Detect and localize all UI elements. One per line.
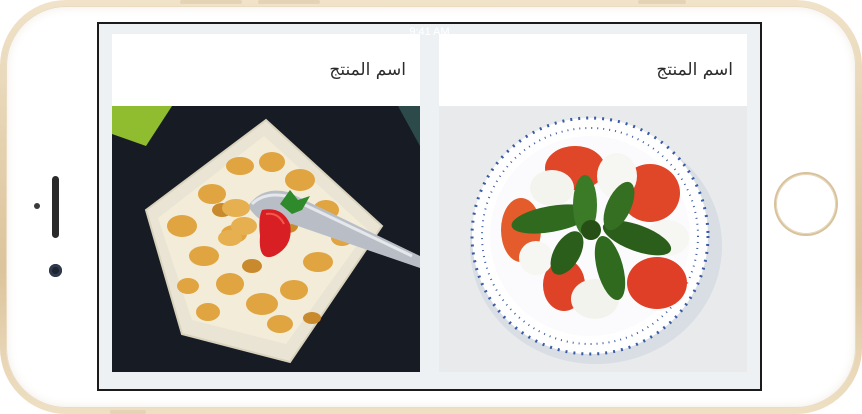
volume-button-up — [180, 0, 242, 4]
phone-screen: 9:41 AM اسم المنتج اسم المنتج — [97, 22, 762, 391]
volume-button-down — [258, 0, 320, 4]
mute-switch — [110, 410, 146, 414]
front-camera-icon — [49, 264, 62, 277]
product-image-cereal-bowl — [112, 106, 420, 372]
proximity-sensor — [34, 203, 40, 209]
earpiece-speaker — [52, 176, 59, 238]
product-card-header: اسم المنتج — [112, 34, 420, 106]
product-card[interactable]: اسم المنتج — [112, 34, 420, 372]
product-title: اسم المنتج — [329, 60, 406, 80]
home-button[interactable] — [776, 174, 836, 234]
product-title: اسم المنتج — [656, 60, 733, 80]
power-button — [638, 0, 686, 4]
product-card-header: اسم المنتج — [439, 34, 747, 106]
product-card[interactable]: اسم المنتج — [439, 34, 747, 372]
product-image-caprese-salad — [439, 106, 747, 372]
